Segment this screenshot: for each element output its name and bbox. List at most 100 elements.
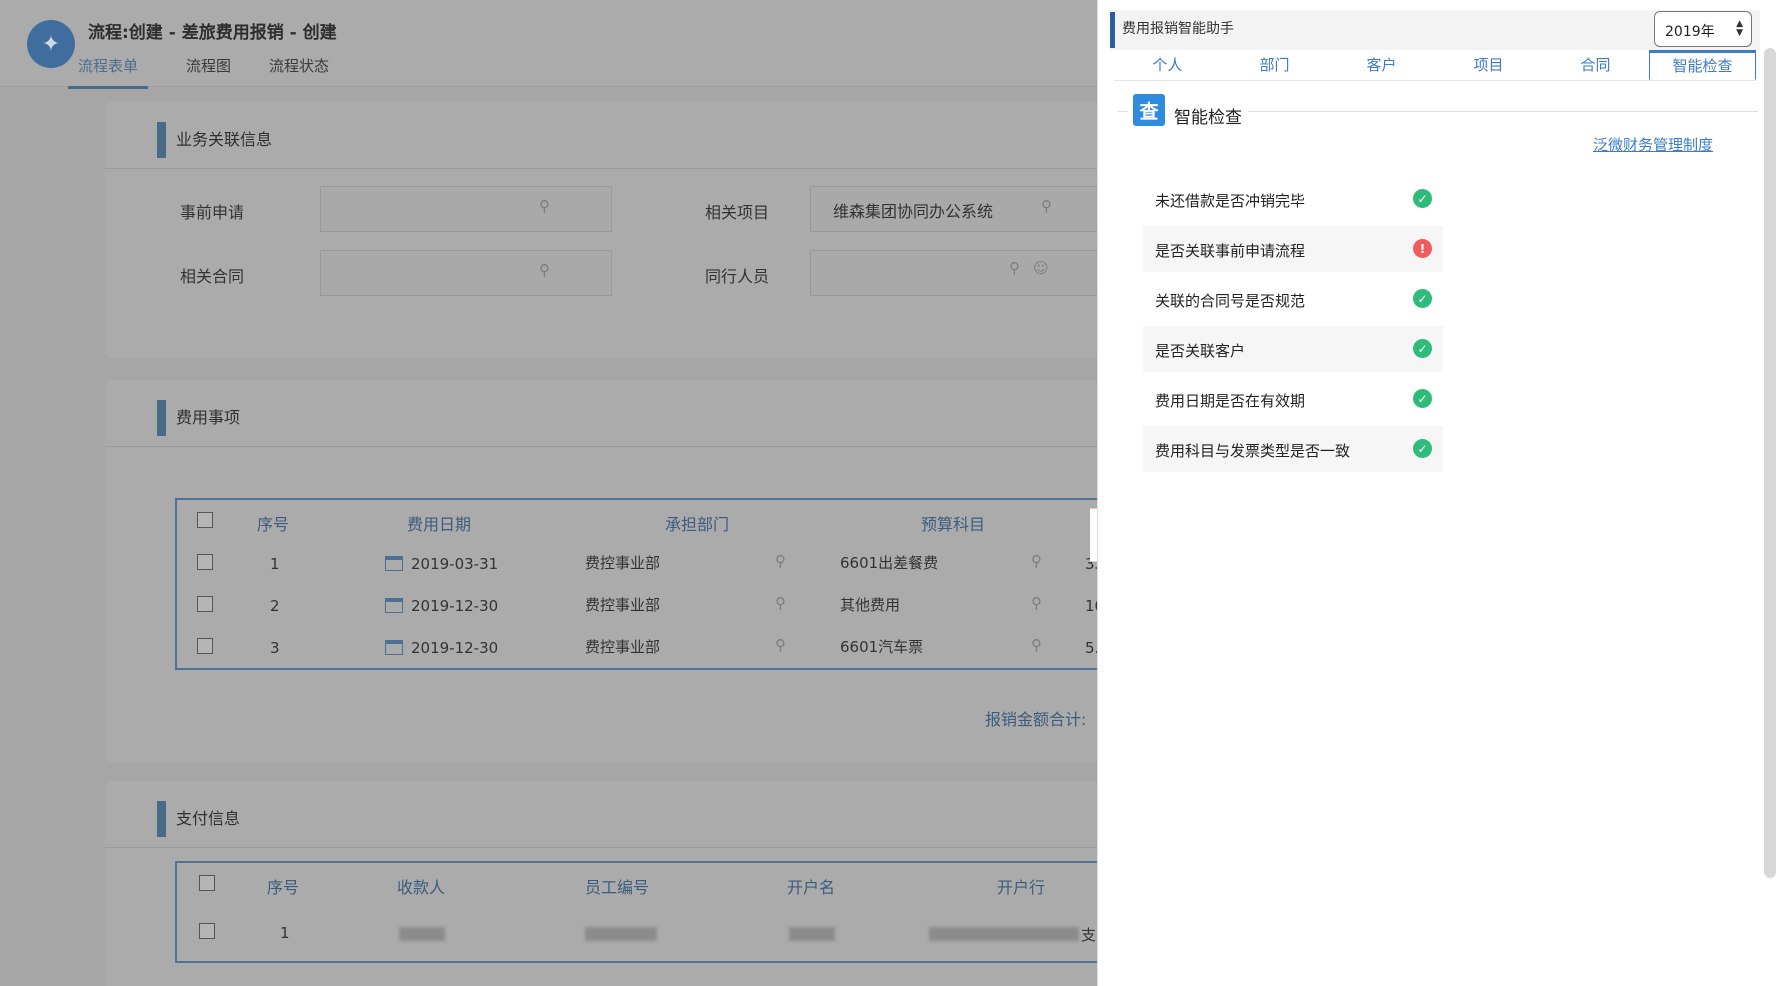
check-pass-icon: ✓ (1413, 339, 1432, 358)
check-item: 关联的合同号是否规范 ✓ (1143, 276, 1443, 322)
assistant-title: 费用报销智能助手 (1122, 21, 1234, 37)
divider (1118, 111, 1128, 112)
divider (105, 168, 1097, 169)
divider (105, 446, 1097, 447)
project-field[interactable]: 维森集团协同办公系统 ⚲ (810, 186, 1097, 232)
column-header: 承担部门 (665, 515, 730, 534)
row-checkbox[interactable] (197, 596, 213, 612)
tab-flowchart[interactable]: 流程图 (186, 52, 231, 86)
search-icon[interactable]: ⚲ (1041, 197, 1052, 215)
assistant-panel: 费用报销智能助手 2019年 ▲ ▼ 个人 部门 客户 项目 合同 智能检查 查 … (1097, 0, 1788, 986)
tab-smart-check[interactable]: 智能检查 (1649, 50, 1756, 80)
tab-contract[interactable]: 合同 (1542, 50, 1649, 80)
calendar-icon[interactable] (385, 556, 403, 571)
search-icon[interactable]: ⚲ (539, 197, 550, 215)
search-icon[interactable]: ⚲ (1031, 594, 1042, 612)
check-label: 费用日期是否在有效期 (1155, 392, 1306, 410)
search-icon[interactable]: ⚲ (775, 594, 786, 612)
amount[interactable]: 10 (1085, 597, 1097, 615)
search-icon[interactable]: ⚲ (539, 261, 550, 279)
year-select[interactable]: 2019年 ▲ ▼ (1654, 11, 1752, 47)
column-header: 序号 (267, 878, 300, 897)
divider (105, 847, 1097, 848)
cost-dept[interactable]: 费控事业部 (585, 552, 660, 573)
check-label: 费用科目与发票类型是否一致 (1155, 442, 1351, 460)
check-item: 是否关联事前申请流程 ! (1143, 226, 1443, 272)
row-checkbox[interactable] (197, 638, 213, 654)
tab-personal[interactable]: 个人 (1114, 50, 1221, 80)
tab-form[interactable]: 流程表单 (68, 52, 149, 89)
form-header: ✦ 流程:创建 - 差旅费用报销 - 创建 流程表单 流程图 流程状态 (0, 0, 1097, 89)
row-checkbox[interactable] (197, 554, 213, 570)
column-header: 收款人 (397, 878, 446, 897)
finance-policy-link[interactable]: 泛微财务管理制度 (1593, 134, 1713, 155)
row-number: 1 (280, 924, 290, 942)
check-pass-icon: ✓ (1413, 389, 1432, 408)
cost-dept[interactable]: 费控事业部 (585, 594, 660, 615)
panel-scrollbar[interactable] (1764, 48, 1776, 878)
user-icon[interactable]: ☺ (1033, 259, 1049, 277)
search-icon[interactable]: ⚲ (1031, 552, 1042, 570)
companions-field[interactable]: ⚲ ☺ (810, 250, 1097, 296)
redacted-employee-id (585, 927, 657, 941)
check-pass-icon: ✓ (1413, 439, 1432, 458)
calendar-icon[interactable] (385, 640, 403, 655)
select-arrows-icon: ▲ ▼ (1736, 19, 1743, 38)
check-label: 关联的合同号是否规范 (1155, 292, 1306, 310)
page-title: 流程:创建 - 差旅费用报销 - 创建 (88, 23, 337, 43)
search-icon[interactable]: ⚲ (775, 552, 786, 570)
select-all-checkbox[interactable] (197, 512, 213, 528)
bank-suffix: 支 (1081, 926, 1097, 944)
tab-department[interactable]: 部门 (1221, 50, 1328, 80)
payment-card: 支付信息 序号 收款人 员工编号 开户名 开户行 1 支 (105, 781, 1097, 986)
row-number: 2 (270, 597, 280, 615)
payment-table: 序号 收款人 员工编号 开户名 开户行 1 支 (175, 861, 1097, 963)
column-header: 员工编号 (585, 878, 650, 897)
check-label: 是否关联客户 (1155, 342, 1246, 360)
budget-subject[interactable]: 6601出差餐费 (840, 552, 938, 573)
redacted-payee (399, 927, 445, 941)
row-number: 1 (270, 555, 280, 573)
contract-field[interactable]: ⚲ (320, 250, 612, 296)
redacted-bank (929, 927, 1079, 941)
budget-subject[interactable]: 6601汽车票 (840, 636, 923, 657)
workflow-form-area: ✦ 流程:创建 - 差旅费用报销 - 创建 流程表单 流程图 流程状态 业务关联… (0, 0, 1097, 986)
select-all-checkbox[interactable] (199, 875, 215, 891)
search-icon[interactable]: ⚲ (1031, 636, 1042, 654)
row-checkbox[interactable] (199, 923, 215, 939)
expense-date[interactable]: 2019-03-31 (411, 555, 498, 573)
accent-bar (1110, 12, 1115, 48)
check-item: 未还借款是否冲销完毕 ✓ (1143, 176, 1443, 222)
redacted-account-name (789, 927, 835, 941)
budget-subject[interactable]: 其他费用 (840, 594, 900, 615)
section-title-business: 业务关联信息 (157, 122, 272, 158)
search-icon[interactable]: ⚲ (775, 636, 786, 654)
tab-customer[interactable]: 客户 (1328, 50, 1435, 80)
expense-date[interactable]: 2019-12-30 (411, 639, 498, 657)
tab-project[interactable]: 项目 (1435, 50, 1542, 80)
pre-request-field[interactable]: ⚲ (320, 186, 612, 232)
year-value: 2019年 (1665, 24, 1715, 40)
divider (1248, 111, 1758, 112)
section-title-payment: 支付信息 (157, 801, 240, 837)
search-icon[interactable]: ⚲ (1009, 259, 1020, 277)
check-item: 费用日期是否在有效期 ✓ (1143, 376, 1443, 422)
amount[interactable]: 5.0 (1085, 639, 1097, 657)
form-tabs: 流程表单 流程图 流程状态 (68, 52, 367, 89)
check-label: 是否关联事前申请流程 (1155, 242, 1306, 260)
business-info-card: 业务关联信息 事前申请 ⚲ 相关项目 维森集团协同办公系统 ⚲ 相关合同 ⚲ 同… (105, 102, 1097, 358)
check-pass-icon: ✓ (1413, 189, 1432, 208)
expense-card: 费用事项 序号 费用日期 承担部门 预算科目 1 2019-03-31 费控事业… (105, 380, 1097, 762)
column-header: 序号 (257, 515, 290, 534)
total-amount-label: 报销金额合计: (985, 710, 1087, 729)
expense-date[interactable]: 2019-12-30 (411, 597, 498, 615)
column-header: 开户行 (997, 878, 1046, 897)
contract-label: 相关合同 (180, 267, 245, 286)
check-item: 是否关联客户 ✓ (1143, 326, 1443, 372)
check-item: 费用科目与发票类型是否一致 ✓ (1143, 426, 1443, 472)
cost-dept[interactable]: 费控事业部 (585, 636, 660, 657)
check-label: 未还借款是否冲销完毕 (1155, 192, 1306, 210)
tab-status[interactable]: 流程状态 (269, 52, 329, 86)
column-header: 费用日期 (407, 515, 472, 534)
calendar-icon[interactable] (385, 598, 403, 613)
